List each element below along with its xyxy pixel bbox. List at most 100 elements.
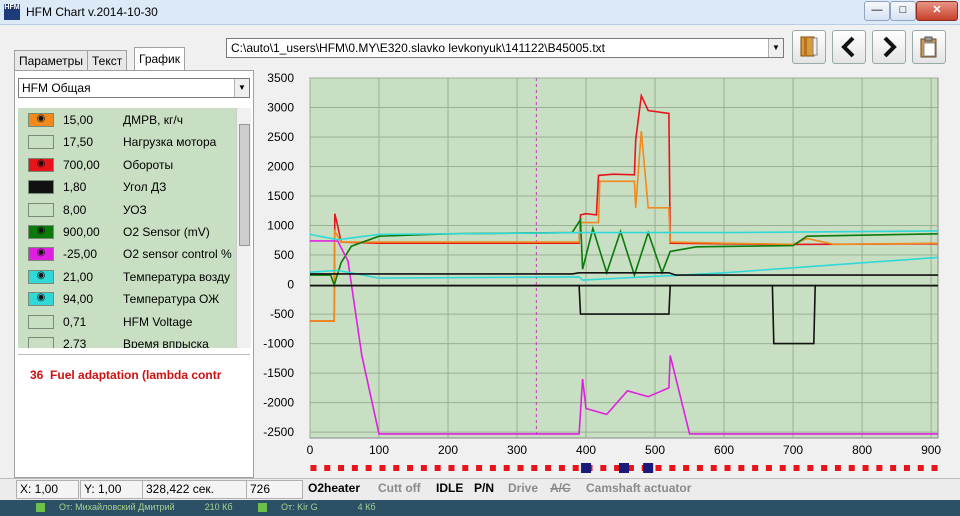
eye-icon[interactable]: ◉	[34, 113, 48, 125]
file-path-select[interactable]: C:\auto\1_users\HFM\0.MY\E320.slavko lev…	[226, 38, 784, 58]
status-flag: A/C	[550, 481, 571, 495]
task-label: От: Kir G	[281, 502, 318, 512]
state-marker	[448, 465, 455, 471]
sensor-name: O2 sensor control %	[123, 247, 232, 262]
clipboard-icon[interactable]	[912, 30, 946, 64]
close-button[interactable]: ✕	[916, 1, 958, 21]
sensor-row[interactable]: 17,50 Нагрузка мотора	[18, 130, 236, 152]
y-tick-label: -500	[270, 307, 294, 321]
x-tick-label: 300	[507, 443, 527, 457]
state-marker	[365, 465, 372, 471]
state-marker	[765, 465, 772, 471]
eye-icon[interactable]: ◉	[34, 158, 48, 170]
sensor-color-swatch[interactable]: ◉	[28, 225, 54, 239]
state-marker	[903, 465, 910, 471]
sensor-color-swatch[interactable]: ◉	[28, 180, 54, 195]
sensor-name: HFM Voltage	[123, 314, 193, 329]
app-icon: HFM	[4, 4, 20, 20]
taskbar-item[interactable]: От: Kir G 4 Кб	[258, 502, 376, 514]
scrollbar-thumb[interactable]	[239, 124, 250, 246]
state-marker	[476, 465, 483, 471]
state-marker	[683, 465, 690, 471]
y-tick-label: 3500	[267, 72, 294, 85]
eye-icon[interactable]: ◉	[34, 292, 48, 304]
taskbar-item[interactable]: От: Михайловский Дмитрий 210 Кб	[36, 502, 233, 514]
x-tick-label: 900	[921, 443, 941, 457]
eye-icon[interactable]: ◉	[34, 180, 48, 192]
state-marker-highlight	[619, 463, 629, 473]
arrow-left-icon[interactable]	[832, 30, 866, 64]
window-title: HFM Chart v.2014-10-30	[26, 5, 158, 19]
maximize-button[interactable]: □	[890, 1, 916, 21]
state-marker	[379, 465, 386, 471]
state-marker	[351, 465, 358, 471]
eye-icon[interactable]: ◉	[34, 270, 48, 282]
sensor-value: 94,00	[63, 292, 94, 307]
y-tick-label: -1000	[263, 337, 294, 351]
sensor-color-swatch[interactable]: ◉	[28, 113, 54, 127]
tab-parameters[interactable]: Параметры	[14, 50, 88, 71]
tab-chart[interactable]: График	[134, 47, 185, 71]
x-tick-label: 400	[576, 443, 596, 457]
status-flag: IDLE	[436, 481, 464, 495]
file-path-value: C:\auto\1_users\HFM\0.MY\E320.slavko lev…	[231, 41, 605, 55]
state-marker	[393, 465, 400, 471]
sensor-row[interactable]: ◉ 900,00 O2 Sensor (mV)	[18, 220, 236, 242]
status-flag: Camshaft actuator	[586, 481, 692, 495]
sensor-color-swatch[interactable]	[28, 135, 54, 150]
task-size: 210 Кб	[204, 502, 233, 512]
state-marker	[724, 465, 731, 471]
sensor-row[interactable]: ◉ 21,00 Температура возду	[18, 265, 236, 287]
sensor-color-swatch[interactable]	[28, 314, 54, 329]
main-chart[interactable]: 0 100 200 300 400 500 600 700 800 900 3500 3000 2500…	[258, 72, 944, 476]
sensor-color-swatch[interactable]: ◉	[28, 157, 54, 172]
sensor-row[interactable]: 2,73 Время впрыска	[18, 332, 236, 348]
eye-icon[interactable]: ◉	[34, 225, 48, 237]
minimize-button[interactable]: —	[864, 1, 890, 21]
sensor-color-swatch[interactable]	[28, 202, 54, 217]
sensor-row[interactable]: ◉ 1,80 Угол ДЗ	[18, 175, 236, 197]
x-tick-label: 200	[438, 443, 458, 457]
x-tick-label: 100	[369, 443, 389, 457]
sensor-value: 15,00	[63, 113, 94, 127]
eye-icon[interactable]: ◉	[34, 247, 48, 259]
fault-text: Fuel adaptation (lambda contr	[50, 368, 222, 382]
book-icon[interactable]	[792, 30, 826, 64]
x-tick-label: 600	[714, 443, 734, 457]
state-marker	[462, 465, 469, 471]
sensor-color-swatch[interactable]: ◉	[28, 292, 54, 307]
preset-select[interactable]: HFM Общая ▼	[18, 78, 250, 98]
state-marker	[558, 465, 565, 471]
sensor-value: 8,00	[63, 202, 87, 217]
y-tick-label: 2000	[267, 160, 294, 174]
sensor-color-swatch[interactable]: ◉	[28, 269, 54, 284]
sensor-row[interactable]: ◉ 94,00 Температура ОЖ	[18, 287, 236, 309]
sensor-row[interactable]: 8,00 УОЗ	[18, 198, 236, 220]
y-tick-label: -2500	[263, 425, 294, 439]
state-marker	[752, 465, 759, 471]
sensor-name: Нагрузка мотора	[123, 135, 217, 150]
sensor-list-scrollbar[interactable]	[236, 108, 251, 348]
y-tick-label: 2500	[267, 130, 294, 144]
state-marker	[738, 465, 745, 471]
sensor-row[interactable]: 0,71 HFM Voltage	[18, 310, 236, 332]
sensor-color-swatch[interactable]: ◉	[28, 247, 54, 262]
tab-text[interactable]: Текст	[87, 50, 128, 71]
status-flag: Drive	[508, 481, 539, 495]
task-icon	[36, 503, 45, 513]
state-marker	[600, 465, 607, 471]
state-marker	[917, 465, 924, 471]
sensor-row[interactable]: ◉ -25,00 O2 sensor control %	[18, 242, 236, 264]
sensor-row[interactable]: ◉ 15,00 ДМРВ, кг/ч	[18, 108, 236, 130]
x-tick-label: 500	[645, 443, 665, 457]
sensor-name: Угол ДЗ	[123, 180, 167, 195]
state-marker-highlight	[643, 463, 654, 473]
sensor-color-swatch[interactable]	[28, 337, 54, 348]
state-marker	[407, 465, 414, 471]
sensor-value: 17,50	[63, 135, 94, 150]
arrow-right-icon[interactable]	[872, 30, 906, 64]
state-marker	[669, 465, 676, 471]
cursor-x-readout: X: 1,00	[16, 480, 79, 499]
sensor-name: ДМРВ, кг/ч	[123, 113, 184, 127]
sensor-row[interactable]: ◉ 700,00 Обороты	[18, 153, 236, 175]
